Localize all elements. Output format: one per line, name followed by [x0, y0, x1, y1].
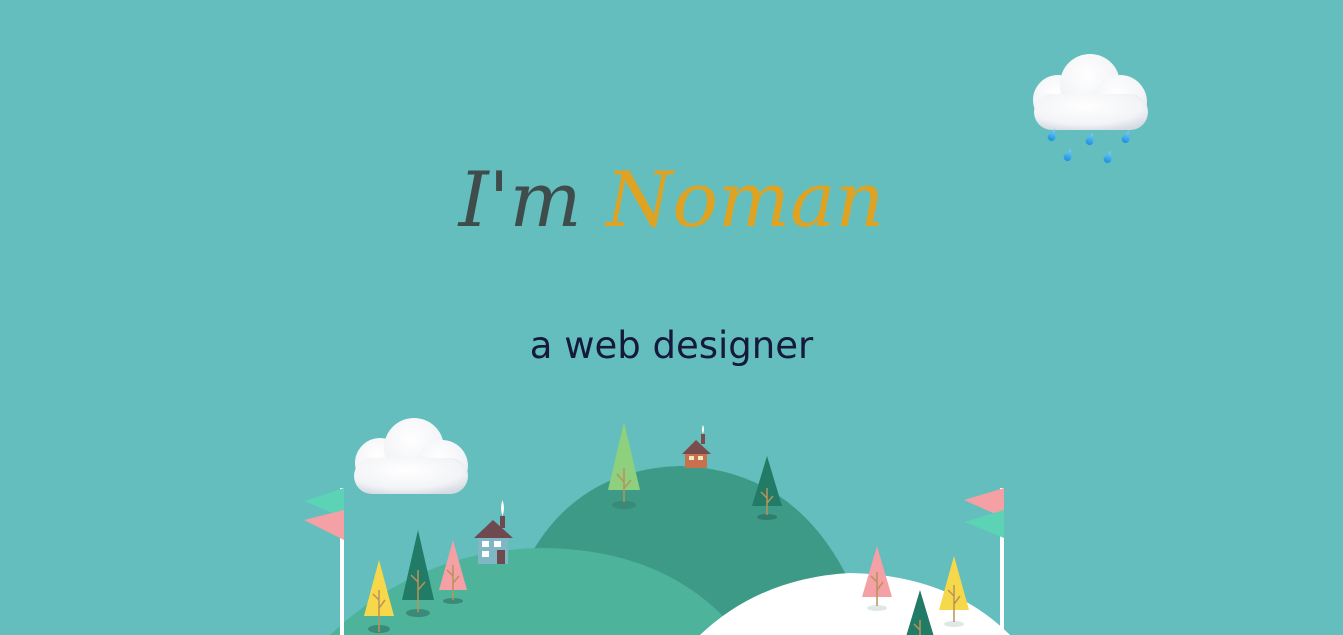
rain-cloud-icon [1033, 54, 1148, 163]
house [474, 500, 513, 564]
cloud-icon [354, 418, 468, 494]
landscape-illustration [304, 54, 1148, 635]
house [682, 425, 711, 468]
hero-section: I'm Noman a web designer [0, 0, 1343, 635]
flag [304, 488, 344, 635]
